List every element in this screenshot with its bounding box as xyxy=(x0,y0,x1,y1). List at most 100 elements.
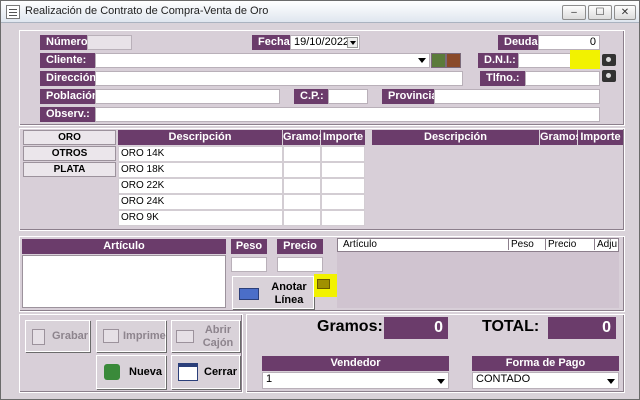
tab-plata[interactable]: PLATA xyxy=(23,162,116,177)
articulo-panel: Artículo Peso Precio Anotar Línea Artícu… xyxy=(19,236,625,312)
table-cell[interactable] xyxy=(283,178,321,194)
refresh-icon xyxy=(104,364,120,380)
vendedor-value: 1 xyxy=(266,373,273,385)
total-value: 0 xyxy=(548,317,616,339)
imprime-button[interactable]: Imprime xyxy=(96,320,166,352)
fecha-value: 19/10/2022 xyxy=(294,36,350,48)
scan-camera-icon[interactable] xyxy=(602,70,616,82)
right-col-descripcion: Descripción xyxy=(372,130,539,145)
provincia-label: Provincia: xyxy=(382,89,441,104)
lines-list-header: Artículo Peso Precio Adju xyxy=(337,238,619,252)
table-cell[interactable] xyxy=(283,146,321,162)
table-row[interactable]: ORO 9K xyxy=(118,210,283,226)
lines-list-body[interactable] xyxy=(337,252,619,308)
fecha-date-picker[interactable]: 19/10/2022 xyxy=(290,35,360,50)
client-panel: Número: Fecha: 19/10/2022 Deuda 0 Client… xyxy=(19,30,625,126)
dni-camera-icon[interactable] xyxy=(602,54,616,66)
gramos-value: 0 xyxy=(384,317,448,339)
grabar-button[interactable]: Grabar xyxy=(25,320,90,352)
forma-pago-chevron-down-icon xyxy=(607,379,615,384)
table-row[interactable]: ORO 24K xyxy=(118,194,283,210)
actions-panel: Grabar Imprime Abrir Cajón Nueva Cerrar xyxy=(19,314,243,393)
lines-col-articulo: Artículo xyxy=(343,239,377,250)
precio-label: Precio xyxy=(277,239,323,254)
lines-col-peso: Peso xyxy=(508,239,534,250)
table-cell[interactable] xyxy=(321,146,365,162)
cp-label: C.P.: xyxy=(294,89,328,104)
observ-field[interactable] xyxy=(95,107,600,122)
nueva-button[interactable]: Nueva xyxy=(96,355,166,389)
totals-panel: Gramos: 0 TOTAL: 0 Vendedor 1 Forma de P… xyxy=(246,314,625,393)
tab-otros[interactable]: OTROS xyxy=(23,146,116,161)
forma-pago-select[interactable]: CONTADO xyxy=(472,372,619,389)
observ-label: Observ.: xyxy=(40,107,100,122)
forma-pago-label: Forma de Pago xyxy=(472,356,619,371)
window-app-icon xyxy=(6,5,20,19)
tlfno-label: Tlfno.: xyxy=(480,71,526,86)
table-cell[interactable] xyxy=(283,162,321,178)
contract-window: Realización de Contrato de Compra-Venta … xyxy=(0,0,640,400)
save-icon xyxy=(32,329,45,345)
cliente-chevron-down-icon[interactable] xyxy=(418,58,426,63)
total-label: TOTAL: xyxy=(482,318,540,335)
grabar-label: Grabar xyxy=(52,330,89,342)
dni-highlight xyxy=(570,50,600,69)
anotar-linea-button[interactable]: Anotar Línea xyxy=(232,276,314,309)
cash-drawer-icon xyxy=(176,330,194,343)
maximize-button[interactable]: ☐ xyxy=(588,5,612,20)
numero-field[interactable] xyxy=(87,35,132,50)
table-cell[interactable] xyxy=(321,178,365,194)
right-col-importe: Importe xyxy=(578,130,623,145)
peso-input[interactable] xyxy=(231,257,267,272)
forma-pago-value: CONTADO xyxy=(476,373,531,385)
close-window-button[interactable]: ✕ xyxy=(614,5,636,20)
vendedor-chevron-down-icon xyxy=(437,379,445,384)
tlfno-field[interactable] xyxy=(525,71,600,86)
dni-field[interactable] xyxy=(518,53,572,68)
cp-field[interactable] xyxy=(328,89,368,104)
search-client-icon[interactable] xyxy=(431,53,446,68)
minimize-button[interactable]: – xyxy=(562,5,586,20)
table-cell[interactable] xyxy=(321,162,365,178)
poblacion-field[interactable] xyxy=(95,89,280,104)
cerrar-label: Cerrar xyxy=(204,366,238,378)
anotar-linea-label: Anotar Línea xyxy=(271,281,307,306)
metals-panel: ORO OTROS PLATA Descripción Gramos Impor… xyxy=(19,128,625,231)
cliente-combobox[interactable] xyxy=(95,53,430,68)
table-icon xyxy=(239,288,259,300)
cliente-label: Cliente: xyxy=(40,53,95,68)
table-cell[interactable] xyxy=(321,210,365,226)
edit-line-icon[interactable] xyxy=(317,279,330,289)
precio-input[interactable] xyxy=(277,257,323,272)
left-col-gramos: Gramos xyxy=(283,130,325,145)
provincia-field[interactable] xyxy=(434,89,600,104)
table-cell[interactable] xyxy=(321,194,365,210)
vendedor-select[interactable]: 1 xyxy=(262,372,449,389)
abrir-cajon-button[interactable]: Abrir Cajón xyxy=(171,320,240,352)
articulo-input[interactable] xyxy=(22,255,226,308)
lines-col-adju: Adju xyxy=(594,239,617,250)
peso-label: Peso xyxy=(231,239,267,254)
table-row[interactable]: ORO 18K xyxy=(118,162,283,178)
deuda-label: Deuda xyxy=(498,35,538,50)
tab-oro[interactable]: ORO xyxy=(23,130,116,145)
fecha-label: Fecha: xyxy=(252,35,293,50)
dni-label: D.N.I.: xyxy=(478,53,518,68)
cerrar-button[interactable]: Cerrar xyxy=(171,355,240,389)
articulo-label: Artículo xyxy=(22,239,226,254)
direccion-field[interactable] xyxy=(95,71,463,86)
add-client-icon[interactable] xyxy=(446,53,461,68)
table-cell[interactable] xyxy=(283,210,321,226)
table-cell[interactable] xyxy=(283,194,321,210)
nueva-label: Nueva xyxy=(129,366,163,378)
right-col-gramos: Gramos xyxy=(540,130,582,145)
deuda-field[interactable]: 0 xyxy=(538,35,600,50)
vendedor-label: Vendedor xyxy=(262,356,449,371)
printer-icon xyxy=(103,329,119,343)
abrir-cajon-label: Abrir Cajón xyxy=(202,324,234,349)
window-title: Realización de Contrato de Compra-Venta … xyxy=(25,5,269,17)
table-row[interactable]: ORO 14K xyxy=(118,146,283,162)
imprime-label: Imprime xyxy=(123,330,166,342)
date-dropdown-button[interactable] xyxy=(347,37,358,48)
table-row[interactable]: ORO 22K xyxy=(118,178,283,194)
